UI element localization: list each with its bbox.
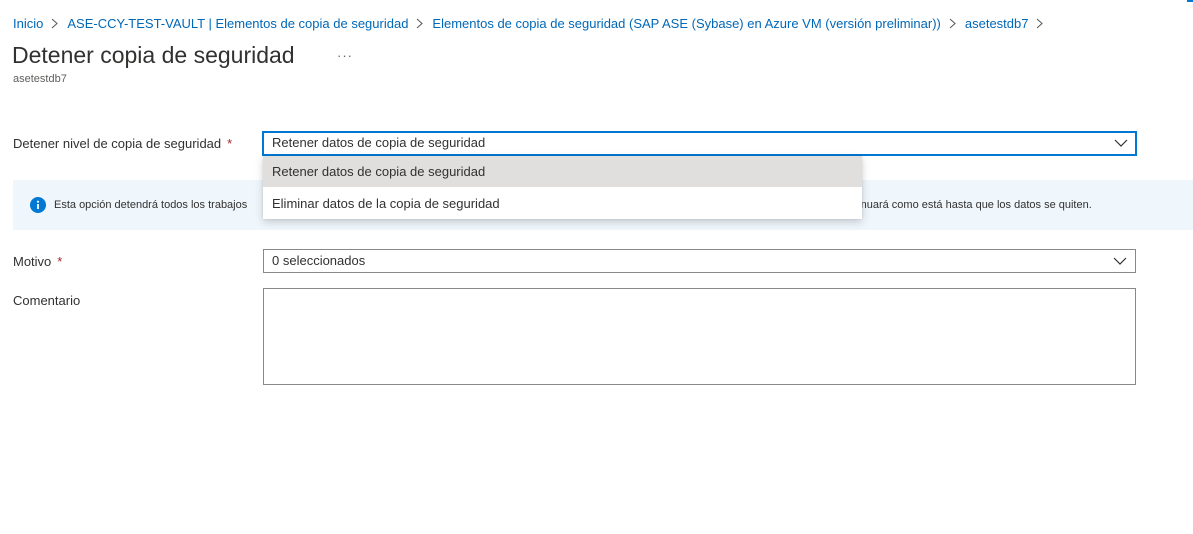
stop-level-label-text: Detener nivel de copia de seguridad <box>13 136 222 151</box>
stop-level-dropdown[interactable]: Retener datos de copia de seguridad <box>262 131 1137 156</box>
comment-textarea[interactable] <box>263 288 1136 385</box>
page-title: Detener copia de seguridad <box>12 42 295 68</box>
reason-label-text: Motivo <box>13 254 52 269</box>
stop-level-options-menu: Retener datos de copia de seguridad Elim… <box>263 156 862 219</box>
comment-label: Comentario <box>13 293 81 308</box>
info-message-text-end: ntinuará como está hasta que los datos s… <box>849 199 1092 211</box>
reason-label: Motivo * <box>13 254 62 269</box>
reason-dropdown[interactable]: 0 seleccionados <box>263 249 1136 273</box>
option-retain-backup-data[interactable]: Retener datos de copia de seguridad <box>263 156 862 187</box>
info-icon <box>30 197 46 213</box>
chevron-right-icon <box>416 18 424 29</box>
chevron-down-icon <box>1113 257 1127 265</box>
chevron-right-icon <box>949 18 956 29</box>
breadcrumb: Inicio ASE-CCY-TEST-VAULT | Elementos de… <box>13 14 1052 32</box>
chevron-down-icon <box>1114 139 1128 147</box>
required-indicator: * <box>227 136 233 151</box>
info-message-text-start: Esta opción detendrá todos los trabajos <box>54 199 248 211</box>
stop-level-selected-value: Retener datos de copia de seguridad <box>272 135 486 150</box>
breadcrumb-link-database[interactable]: asetestdb7 <box>965 16 1029 31</box>
option-label: Eliminar datos de la copia de seguridad <box>272 196 500 211</box>
option-delete-backup-data[interactable]: Eliminar datos de la copia de seguridad <box>263 188 862 219</box>
breadcrumb-link-inicio[interactable]: Inicio <box>13 16 43 31</box>
option-label: Retener datos de copia de seguridad <box>272 164 486 179</box>
stop-level-label: Detener nivel de copia de seguridad * <box>13 136 232 151</box>
chevron-right-icon <box>51 18 59 29</box>
breadcrumb-link-vault[interactable]: ASE-CCY-TEST-VAULT | Elementos de copia … <box>67 16 408 31</box>
top-accent-bar <box>1187 0 1193 2</box>
breadcrumb-link-backup-items[interactable]: Elementos de copia de seguridad (SAP ASE… <box>432 16 940 31</box>
reason-selected-value: 0 seleccionados <box>272 253 366 268</box>
required-indicator: * <box>57 254 63 269</box>
page-subtitle: asetestdb7 <box>13 73 67 85</box>
more-options-button[interactable]: ··· <box>335 46 355 64</box>
chevron-right-icon <box>1036 18 1044 29</box>
